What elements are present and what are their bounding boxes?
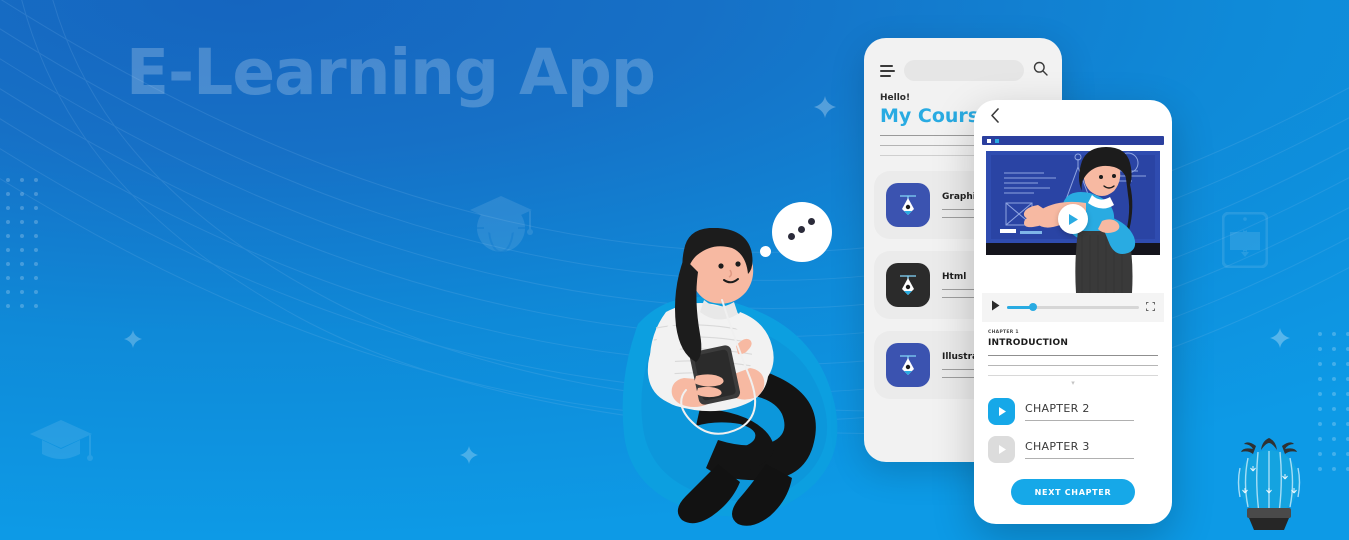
chapter-kicker: CHAPTER 1 <box>988 330 1019 335</box>
chapter-label: CHAPTER 3 <box>1025 440 1090 453</box>
placeholder-line <box>988 355 1158 356</box>
pen-nib-icon <box>886 343 930 387</box>
pen-nib-icon <box>886 263 930 307</box>
progress-knob[interactable] <box>1029 303 1038 311</box>
chapter-body: CHAPTER 2 <box>1025 402 1158 421</box>
chapter-body: CHAPTER 3 <box>1025 440 1158 459</box>
video-player <box>982 136 1164 322</box>
chapter-row[interactable]: CHAPTER 3 <box>974 436 1172 463</box>
search-input[interactable] <box>904 60 1024 81</box>
next-chapter-button[interactable]: NEXT CHAPTER <box>1011 479 1135 505</box>
sparkle-star <box>814 96 836 118</box>
current-chapter: CHAPTER 1 INTRODUCTION <box>974 322 1172 348</box>
thought-bubble <box>772 202 832 262</box>
video-thumbnail[interactable] <box>982 145 1164 293</box>
sparkle-star <box>460 446 478 464</box>
page-title: E-Learning App <box>126 36 656 109</box>
dot-grid-left <box>6 178 46 308</box>
chapter-description-lines <box>974 348 1172 376</box>
placeholder-line <box>1025 420 1135 421</box>
sparkle-star <box>1270 328 1290 348</box>
chapter-title: INTRODUCTION <box>988 338 1069 348</box>
graduation-cap-icon <box>28 418 94 468</box>
dot-grid-right <box>1318 332 1349 482</box>
person-illustration <box>600 228 862 533</box>
player-navbar <box>974 100 1172 136</box>
sparkle-star <box>124 330 142 348</box>
hamburger-menu-icon[interactable] <box>880 64 895 77</box>
chevron-down-icon[interactable]: ▾ <box>974 379 1172 387</box>
thought-bubble-dot <box>760 246 771 257</box>
phone-back-topbar <box>864 38 1062 81</box>
progress-slider[interactable] <box>1007 303 1139 311</box>
phone-mockup-player: CHAPTER 1 INTRODUCTION ▾ CHAPTER 2 CHAPT… <box>974 100 1172 524</box>
play-icon[interactable] <box>991 298 1000 316</box>
hero-banner: E-Learning App Hello! My Courses Graphic… <box>0 0 1349 540</box>
video-controls <box>982 293 1164 322</box>
play-icon[interactable] <box>1058 204 1088 234</box>
chapter-label: CHAPTER 2 <box>1025 402 1090 415</box>
chevron-left-icon[interactable] <box>990 108 1001 128</box>
globe-graduation-cap-icon <box>466 186 536 258</box>
browser-titlebar <box>982 136 1164 145</box>
search-icon[interactable] <box>1033 61 1048 81</box>
titlebar-dot <box>987 138 991 143</box>
placeholder-line <box>988 365 1158 366</box>
play-icon[interactable] <box>988 398 1015 425</box>
cactus-plant <box>1228 430 1310 530</box>
placeholder-line <box>1025 458 1135 459</box>
play-icon[interactable] <box>988 436 1015 463</box>
pen-nib-icon <box>886 183 930 227</box>
chapter-row[interactable]: CHAPTER 2 <box>974 398 1172 425</box>
fullscreen-icon[interactable] <box>1146 298 1155 316</box>
placeholder-line <box>988 375 1158 376</box>
titlebar-dot <box>995 138 999 143</box>
tablet-book-icon <box>1222 212 1268 268</box>
